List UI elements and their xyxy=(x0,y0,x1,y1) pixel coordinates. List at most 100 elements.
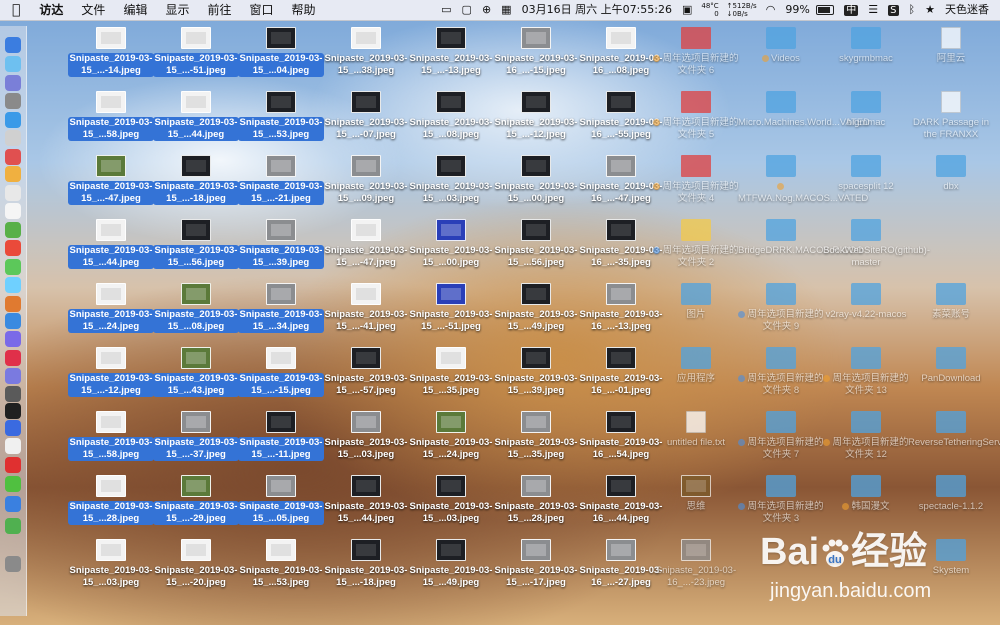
desktop-folder-icon[interactable]: 图片 xyxy=(653,283,739,339)
desktop-file-icon[interactable]: Snipaste_2019-03-15_...58.jpeg xyxy=(68,91,154,147)
appstore-icon[interactable] xyxy=(5,112,21,128)
desktop-file-icon[interactable]: Snipaste_2019-03-15_...-29.jpeg xyxy=(153,475,239,531)
temperature-readout[interactable]: 48°C 0 xyxy=(697,2,722,18)
desktop-file-icon[interactable]: Snipaste_2019-03-15_...53.jpeg xyxy=(238,91,324,147)
desktop-file-icon[interactable]: Snipaste_2019-03-15_...44.jpeg xyxy=(68,219,154,275)
desktop-file-icon[interactable]: Snipaste_2019-03-15_...-12.jpeg xyxy=(493,91,579,147)
yandex-icon[interactable] xyxy=(5,438,21,454)
desktop-folder-icon[interactable]: ReverseTetheringServer_1.2.0 xyxy=(908,411,1000,467)
display-icon[interactable]: ▢ xyxy=(457,0,477,20)
desktop-file-icon[interactable]: Snipaste_2019-03-15_...08.jpeg xyxy=(408,91,494,147)
reminders-icon[interactable] xyxy=(5,166,21,182)
menu-go[interactable]: 前往 xyxy=(198,0,240,20)
user-name[interactable]: 天色迷香 xyxy=(940,0,994,20)
desktop-file-icon[interactable]: Snipaste_2019-03-15_...49.jpeg xyxy=(493,283,579,339)
desktop-file-icon[interactable]: Snipaste_2019-03-15_...34.jpeg xyxy=(238,283,324,339)
downloads-icon[interactable] xyxy=(5,518,21,534)
screen-icon[interactable]: ▣ xyxy=(677,0,697,20)
menu-file[interactable]: 文件 xyxy=(72,0,114,20)
desktop-file-icon[interactable]: Snipaste_2019-03-15_...24.jpeg xyxy=(68,283,154,339)
desktop-folder-icon[interactable]: dbx xyxy=(908,155,994,211)
desktop-folder-icon[interactable]: 周年选项目新建的文件夹 7 xyxy=(738,411,824,467)
desktop-folder-icon[interactable]: 周年选项目新建的文件夹 8 xyxy=(738,347,824,403)
finder-icon[interactable] xyxy=(5,37,21,53)
input-method[interactable]: 中 xyxy=(839,0,863,20)
terminal-icon[interactable] xyxy=(5,386,21,402)
textedit-icon[interactable] xyxy=(5,185,21,201)
desktop-folder-icon[interactable]: BookWebSiteRO(github)-master xyxy=(823,219,930,275)
desktop-file-icon[interactable]: Snipaste_2019-03-15_...-47.jpeg xyxy=(323,219,409,275)
wifi-icon[interactable]: ◠ xyxy=(761,0,781,20)
desktop-folder-icon[interactable]: bigmmac xyxy=(823,91,909,147)
desktop-file-icon[interactable]: Snipaste_2019-03-15_...44.jpeg xyxy=(153,91,239,147)
desktop-file-icon[interactable]: 应用程序 xyxy=(653,347,739,403)
pages-icon[interactable] xyxy=(5,296,21,312)
desktop-file-icon[interactable]: Snipaste_2019-03-15_...03.jpeg xyxy=(408,155,494,211)
desktop-file-icon[interactable]: Snipaste_2019-03-15_...58.jpeg xyxy=(68,411,154,467)
desktop-file-icon[interactable]: Snipaste_2019-03-15_...-18.jpeg xyxy=(153,155,239,211)
desktop-file-icon[interactable]: Snipaste_2019-03-15_...-15.jpeg xyxy=(238,347,324,403)
desktop-file-icon[interactable]: Snipaste_2019-03-15_...-47.jpeg xyxy=(68,155,154,211)
preview-icon[interactable] xyxy=(5,203,21,219)
star-icon[interactable]: ★ xyxy=(920,0,940,20)
messages-icon[interactable] xyxy=(5,259,21,275)
desktop-file-icon[interactable]: Snipaste_2019-03-15_...-13.jpeg xyxy=(408,27,494,83)
desktop-file-icon[interactable]: Snipaste_2019-03-15_...-11.jpeg xyxy=(238,411,324,467)
desktop-file-icon[interactable]: 周年选项目新建的文件夹 6 xyxy=(653,27,739,83)
desktop-file-icon[interactable]: Snipaste_2019-03-15_...-21.jpeg xyxy=(238,155,324,211)
desktop-file-icon[interactable]: Snipaste_2019-03-15_...03.jpeg xyxy=(408,475,494,531)
desktop-file-icon[interactable]: Snipaste_2019-03-15_...28.jpeg xyxy=(493,475,579,531)
desktop-file-icon[interactable]: Snipaste_2019-03-15_...08.jpeg xyxy=(153,283,239,339)
desktop-folder-icon[interactable]: Micro.Machines.World...VATED xyxy=(738,91,870,147)
menu-window[interactable]: 窗口 xyxy=(240,0,282,20)
battery-status[interactable]: 99% xyxy=(780,0,839,20)
desktop-file-icon[interactable]: Snipaste_2019-03-15_...-57.jpeg xyxy=(323,347,409,403)
weibo-icon[interactable] xyxy=(5,457,21,473)
desktop-file-icon[interactable]: 周年选项目新建的文件夹 4 xyxy=(653,155,739,211)
facetime-icon[interactable] xyxy=(5,277,21,293)
launchpad-icon[interactable] xyxy=(5,56,21,72)
desktop-file-icon[interactable]: Snipaste_2019-03-16_...-55.jpeg xyxy=(578,91,664,147)
trash-icon[interactable] xyxy=(5,556,21,572)
desktop-file-icon[interactable]: Snipaste_2019-03-15_...39.jpeg xyxy=(493,347,579,403)
desktop-file-icon[interactable]: Snipaste_2019-03-16_...-35.jpeg xyxy=(578,219,664,275)
desktop-file-icon[interactable]: 周年选项目新建的文件夹 5 xyxy=(653,91,739,147)
calendar-dock-icon[interactable] xyxy=(5,149,21,165)
desktop-file-icon[interactable]: Snipaste_2019-03-16_...-13.jpeg xyxy=(578,283,664,339)
snipaste-icon[interactable]: S xyxy=(883,0,903,20)
desktop-file-icon[interactable]: Snipaste_2019-03-16_...-15.jpeg xyxy=(493,27,579,83)
desktop-file-icon[interactable]: 阿里云 xyxy=(908,27,994,83)
desktop-file-icon[interactable]: 思维 xyxy=(653,475,739,531)
desktop-file-icon[interactable]: Snipaste_2019-03-15_...-12.jpeg xyxy=(68,347,154,403)
datetime[interactable]: 03月16日 周六 上午07:55:26 xyxy=(517,0,677,20)
infinity-icon[interactable] xyxy=(5,496,21,512)
desktop-file-icon[interactable]: Snipaste_2019-03-15_...39.jpeg xyxy=(238,219,324,275)
desktop-file-icon[interactable]: Snipaste_2019-03-16_...-27.jpeg xyxy=(578,539,664,595)
menu-edit[interactable]: 编辑 xyxy=(114,0,156,20)
numbers-icon[interactable] xyxy=(5,313,21,329)
desktop-file-icon[interactable]: Snipaste_2019-03-15_...-51.jpeg xyxy=(408,283,494,339)
desktop-folder-icon[interactable]: 素菜账号 xyxy=(908,283,994,339)
desktop-file-icon[interactable]: Snipaste_2019-03-15_...-07.jpeg xyxy=(323,91,409,147)
desktop-file-icon[interactable]: Snipaste_2019-03-15_...-37.jpeg xyxy=(153,411,239,467)
menu-help[interactable]: 帮助 xyxy=(283,0,325,20)
bluetooth-icon[interactable]: ᛒ xyxy=(904,0,921,20)
desktop-file-icon[interactable]: Snipaste_2019-03-15_...28.jpeg xyxy=(68,475,154,531)
rocket-icon[interactable] xyxy=(5,93,21,109)
network-speed[interactable]: ↑512B/s ↓0B/s xyxy=(723,2,761,18)
desktop-file-icon[interactable]: Snipaste_2019-03-15_...00.jpeg xyxy=(493,155,579,211)
desktop-file-icon[interactable]: untitled file.txt xyxy=(653,411,739,467)
desktop-file-icon[interactable]: Snipaste_2019-03-15_...35.jpeg xyxy=(408,347,494,403)
calendar-icon[interactable]: ▦ xyxy=(496,0,516,20)
desktop-file-icon[interactable]: Snipaste_2019-03-15_...56.jpeg xyxy=(153,219,239,275)
safari-icon[interactable] xyxy=(5,75,21,91)
desktop-file-icon[interactable]: Snipaste_2019-03-15_...-41.jpeg xyxy=(323,283,409,339)
desktop-file-icon[interactable]: Snipaste_2019-03-15_...35.jpeg xyxy=(493,411,579,467)
vpn-icon[interactable] xyxy=(5,420,21,436)
console-icon[interactable] xyxy=(5,403,21,419)
desktop-file-icon[interactable]: Snipaste_2019-03-15_...04.jpeg xyxy=(238,27,324,83)
desktop-file-icon[interactable]: Snipaste_2019-03-15_...43.jpeg xyxy=(153,347,239,403)
desktop-file-icon[interactable]: Snipaste_2019-03-15_...-14.jpeg xyxy=(68,27,154,83)
itunes-icon[interactable] xyxy=(5,331,21,347)
desktop-file-icon[interactable]: Snipaste_2019-03-15_...-20.jpeg xyxy=(153,539,239,595)
